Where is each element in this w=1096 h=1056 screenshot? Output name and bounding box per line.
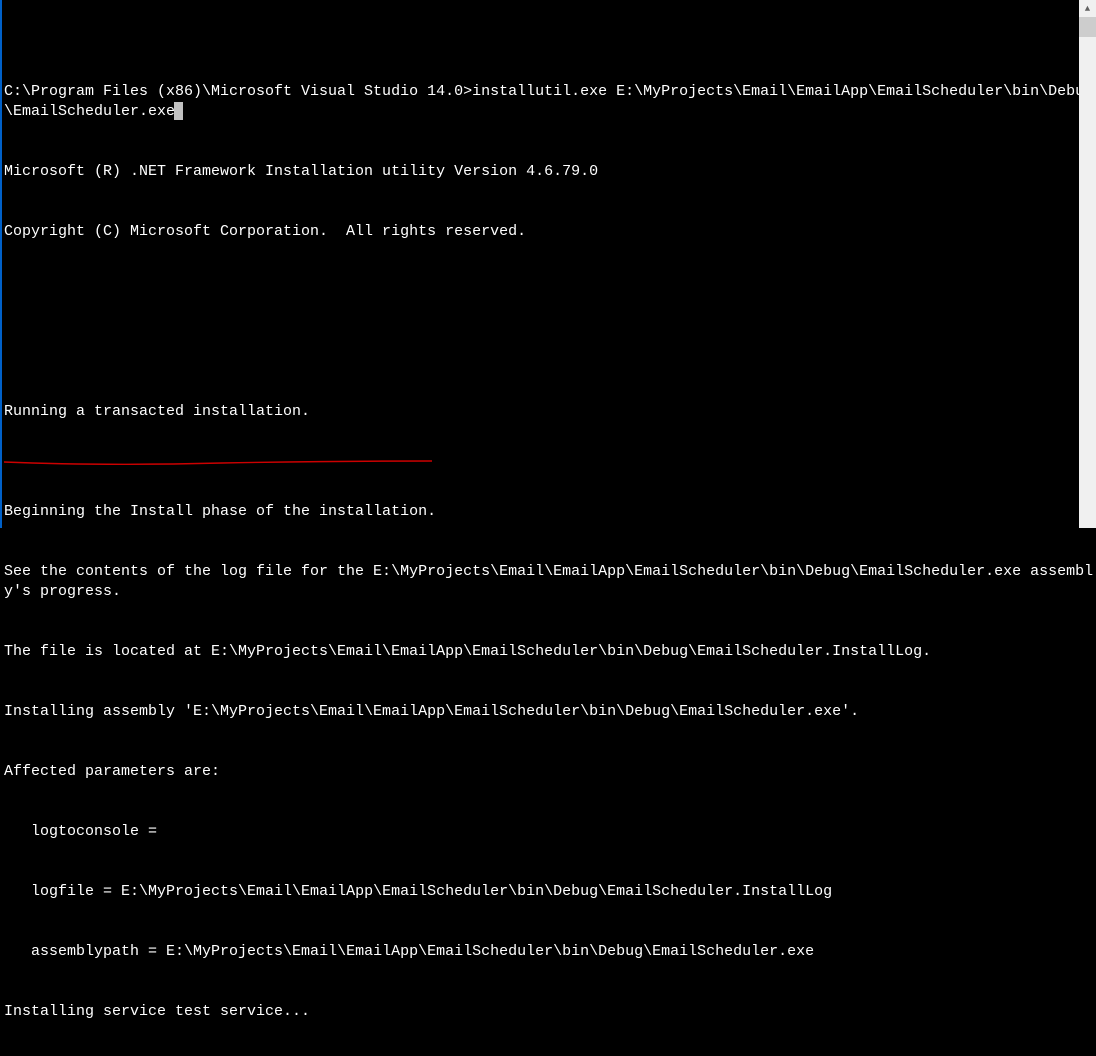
console-line: Copyright (C) Microsoft Corporation. All… [4,222,1096,242]
console-line: Microsoft (R) .NET Framework Installatio… [4,162,1096,182]
console-line: Installing assembly 'E:\MyProjects\Email… [4,702,1096,722]
scroll-thumb[interactable] [1079,17,1096,37]
console-line: C:\Program Files (x86)\Microsoft Visual … [4,82,1096,122]
cursor [174,102,183,120]
console-line: logfile = E:\MyProjects\Email\EmailApp\E… [4,882,1096,902]
vertical-scrollbar[interactable]: ▲ [1079,0,1096,528]
console-line: logtoconsole = [4,822,1096,842]
console-line: assemblypath = E:\MyProjects\Email\Email… [4,942,1096,962]
console-line: See the contents of the log file for the… [4,562,1096,602]
console-output[interactable]: C:\Program Files (x86)\Microsoft Visual … [2,0,1096,1056]
console-line: Installing service test service... [4,1002,1096,1022]
console-line: The file is located at E:\MyProjects\Ema… [4,642,1096,662]
console-line: Running a transacted installation. [4,402,1096,422]
chevron-up-icon: ▲ [1085,0,1090,19]
scroll-up-button[interactable]: ▲ [1079,0,1096,17]
console-line: Affected parameters are: [4,762,1096,782]
console-line: Beginning the Install phase of the insta… [4,502,1096,522]
